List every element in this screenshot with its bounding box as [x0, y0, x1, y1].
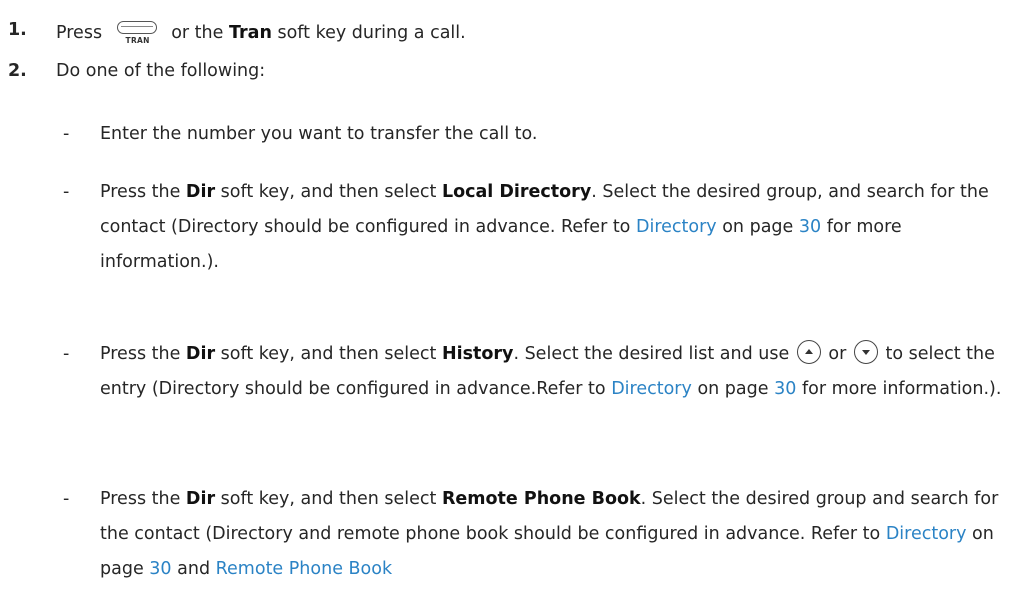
soft-key-name: Dir — [185, 489, 216, 509]
option-text: Press the Dir soft key, and then select … — [100, 482, 1018, 587]
directory-link[interactable]: Directory — [886, 524, 967, 544]
text-run: and — [177, 559, 211, 579]
step-text: Press — [56, 23, 103, 43]
text-run: soft key, and then select — [220, 489, 437, 509]
step-number: 2. — [8, 61, 27, 81]
step-text: soft key during a call. — [277, 23, 466, 43]
option-item: - Press the Dir soft key, and then selec… — [63, 175, 1018, 280]
text-run: Press the — [100, 489, 181, 509]
page-link[interactable]: 30 — [799, 217, 821, 237]
soft-key-name: Tran — [228, 23, 272, 43]
option-text: Press the Dir soft key, and then select … — [100, 337, 1018, 407]
menu-option-name: Remote Phone Book — [441, 489, 641, 509]
text-run: . Select the desired list and use — [513, 344, 790, 364]
list-dash: - — [63, 124, 70, 144]
option-text: Enter the number you want to transfer th… — [100, 124, 538, 144]
document-page: 1. Press TRAN or the Tran soft key durin… — [0, 0, 1021, 590]
text-run: soft key, and then select — [220, 182, 437, 202]
step-text: or the — [171, 23, 224, 43]
option-item: - Press the Dir soft key, and then selec… — [63, 482, 1018, 587]
text-run: Press the — [100, 344, 181, 364]
list-dash: - — [63, 344, 70, 364]
up-arrow-key-icon — [796, 340, 821, 364]
directory-link[interactable]: Directory — [636, 217, 717, 237]
list-dash: - — [63, 182, 70, 202]
step-number: 1. — [8, 20, 27, 40]
tran-key-icon: TRAN — [111, 20, 165, 46]
tran-key-caption: TRAN — [125, 36, 150, 45]
soft-key-name: Dir — [185, 344, 216, 364]
option-item: - Press the Dir soft key, and then selec… — [63, 337, 1018, 407]
text-run: soft key, and then select — [220, 344, 437, 364]
remote-phone-book-link[interactable]: Remote Phone Book — [216, 559, 392, 579]
page-link[interactable]: 30 — [149, 559, 171, 579]
text-run: on page — [697, 379, 769, 399]
text-run: or — [828, 344, 847, 364]
menu-option-name: Local Directory — [441, 182, 592, 202]
list-dash: - — [63, 489, 70, 509]
down-arrow-key-icon — [853, 340, 878, 364]
option-text: Press the Dir soft key, and then select … — [100, 175, 1018, 280]
text-run: for more information.). — [801, 379, 1002, 399]
menu-option-name: History — [441, 344, 514, 364]
option-item: - Enter the number you want to transfer … — [63, 117, 1018, 152]
soft-key-name: Dir — [185, 182, 216, 202]
text-run: Press the — [100, 182, 181, 202]
page-link[interactable]: 30 — [774, 379, 796, 399]
text-run: on page — [722, 217, 794, 237]
step-text: Do one of the following: — [56, 61, 266, 81]
directory-link[interactable]: Directory — [611, 379, 692, 399]
